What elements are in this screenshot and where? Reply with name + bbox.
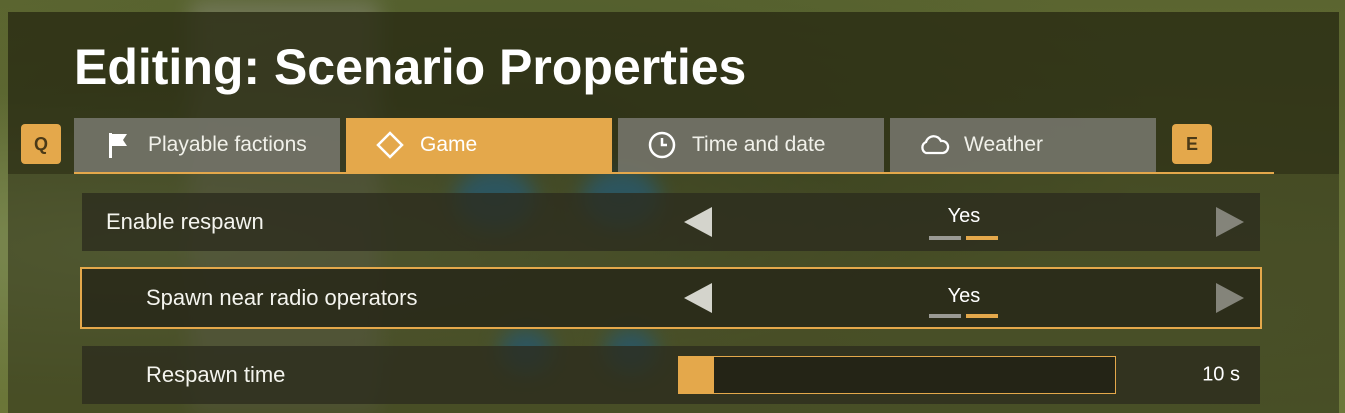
arrow-left-icon[interactable] bbox=[684, 207, 712, 237]
option-indicator bbox=[929, 314, 961, 318]
option-indicator bbox=[929, 236, 961, 240]
tab-label: Weather bbox=[964, 133, 1043, 156]
tab-time-and-date[interactable]: Time and date bbox=[618, 118, 884, 172]
arrow-right-icon[interactable] bbox=[1216, 207, 1244, 237]
tab-label: Game bbox=[420, 133, 478, 156]
setting-row-enable-respawn[interactable]: Enable respawn Yes bbox=[82, 193, 1260, 251]
setting-row-spawn-near-radio-operators[interactable]: Spawn near radio operators Yes bbox=[80, 267, 1262, 329]
page-title: Editing: Scenario Properties bbox=[74, 39, 747, 95]
option-indicator-selected bbox=[966, 314, 998, 318]
tab-weather[interactable]: Weather bbox=[890, 118, 1156, 172]
diamond-icon bbox=[374, 129, 406, 161]
tab-playable-factions[interactable]: Playable factions bbox=[74, 118, 340, 172]
setting-row-respawn-time[interactable]: Respawn time 10 s bbox=[82, 346, 1260, 404]
tab-label: Time and date bbox=[692, 133, 826, 156]
cloud-icon bbox=[918, 129, 950, 161]
flag-icon bbox=[102, 129, 134, 161]
respawn-time-slider[interactable] bbox=[678, 356, 1116, 394]
setting-value: Yes bbox=[947, 205, 981, 227]
clock-icon bbox=[646, 129, 678, 161]
setting-label: Respawn time bbox=[146, 362, 286, 387]
setting-label: Spawn near radio operators bbox=[146, 285, 418, 310]
tab-underline bbox=[74, 172, 1274, 174]
setting-label: Enable respawn bbox=[106, 209, 264, 234]
slider-value: 10 s bbox=[1202, 363, 1240, 386]
next-tab-hotkey[interactable]: E bbox=[1172, 124, 1212, 164]
slider-fill bbox=[679, 357, 714, 393]
prev-tab-hotkey[interactable]: Q bbox=[21, 124, 61, 164]
tab-label: Playable factions bbox=[148, 133, 307, 156]
option-indicator-selected bbox=[966, 236, 998, 240]
arrow-left-icon[interactable] bbox=[684, 283, 712, 313]
setting-value: Yes bbox=[947, 285, 981, 307]
arrow-right-icon[interactable] bbox=[1216, 283, 1244, 313]
tab-game[interactable]: Game bbox=[346, 118, 612, 172]
